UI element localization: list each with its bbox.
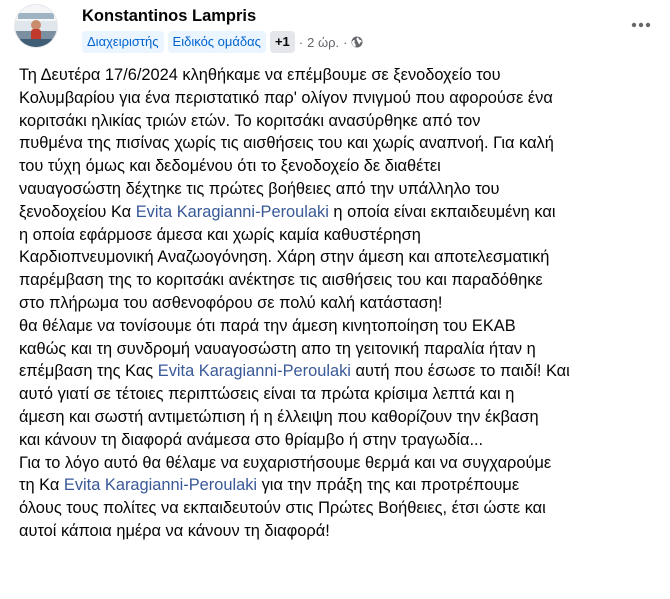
- globe-icon: [351, 36, 363, 48]
- badge-more[interactable]: +1: [269, 31, 295, 53]
- post-text-line: τη Κα Evita Karagianni-Peroulaki για την…: [19, 474, 659, 497]
- post-text-segment: η οποία εφάρμοσε άμεσα και χωρίς καμία κ…: [19, 225, 421, 244]
- facebook-post: Konstantinos Lampris Διαχειριστής Ειδικό…: [0, 0, 670, 599]
- post-text-line: Καρδιοπνευμονική Αναζωογόνηση. Χάρη στην…: [19, 246, 659, 269]
- post-text-segment: του τύχη όμως και δεδομένου ότι το ξενοδ…: [19, 157, 441, 176]
- post-time[interactable]: 2 ώρ.: [307, 35, 339, 50]
- post-meta: Διαχειριστής Ειδικός ομάδας +1 · 2 ώρ. ·: [82, 31, 363, 53]
- post-text-line: καθώς και τη συνδρομή ναυαγοσώστη απο τη…: [19, 338, 659, 361]
- post-text-segment: Τη Δευτέρα 17/6/2024 κληθήκαμε να επέμβο…: [19, 66, 501, 84]
- post-text-line: Τη Δευτέρα 17/6/2024 κληθήκαμε να επέμβο…: [19, 64, 659, 87]
- post-text-segment: αυτοί κάποια ημέρα να κάνουν τη διαφορά!: [19, 521, 330, 540]
- meta-separator: ·: [298, 34, 304, 50]
- post-text-line: άμεση και σωστή αντιμετώπιση ή η έλλειψη…: [19, 406, 659, 429]
- badge-admin[interactable]: Διαχειριστής: [82, 31, 164, 53]
- post-text-line: ξενοδοχείου Κα Evita Karagianni-Peroulak…: [19, 201, 659, 224]
- post-text-segment: στο πλήρωμα του ασθενοφόρου σε πολύ καλή…: [19, 293, 443, 312]
- post-text-line: και κάνουν τη διαφορά ανάμεσα στο θρίαμβ…: [19, 429, 659, 452]
- post-text-line: στο πλήρωμα του ασθενοφόρου σε πολύ καλή…: [19, 292, 659, 315]
- more-options-icon: [631, 22, 651, 28]
- post-text-line: αυτοί κάποια ημέρα να κάνουν τη διαφορά!: [19, 520, 659, 543]
- post-text-line: ναυαγοσώστη δέχτηκε τις πρώτες βοήθειες …: [19, 178, 659, 201]
- post-text-line: επέμβαση της Κας Evita Karagianni-Peroul…: [19, 360, 659, 383]
- post-body: Τη Δευτέρα 17/6/2024 κληθήκαμε να επέμβο…: [19, 64, 659, 543]
- post-text-segment: τη Κα: [19, 476, 64, 495]
- post-text-line: πυθμένα της πισίνας χωρίς τις αισθήσεις …: [19, 132, 659, 155]
- post-text-line: αυτό γιατί σε τέτοιες περιπτώσεις είναι …: [19, 383, 659, 406]
- post-header: Konstantinos Lampris Διαχειριστής Ειδικό…: [14, 2, 656, 56]
- post-text-segment: παρέμβαση της το κοριτσάκι ανέκτησε τις …: [19, 271, 543, 290]
- author-name[interactable]: Konstantinos Lampris: [82, 7, 256, 26]
- author-avatar[interactable]: [14, 4, 58, 48]
- post-text-segment: αυτή που έσωσε το παιδί! Και: [350, 362, 570, 381]
- post-text-line: Για το λόγο αυτό θα θέλαμε να ευχαριστήσ…: [19, 452, 659, 475]
- post-text-segment: Καρδιοπνευμονική Αναζωογόνηση. Χάρη στην…: [19, 248, 550, 267]
- post-text-line: κοριτσάκι ηλικίας τριών ετών. Το κοριτσά…: [19, 110, 659, 133]
- mention-link[interactable]: Evita Karagianni-Peroulaki: [158, 362, 351, 380]
- post-text-segment: θα θέλαμε να τονίσουμε ότι παρά την άμεσ…: [19, 316, 516, 335]
- more-options-button[interactable]: [626, 10, 656, 40]
- post-text-segment: όλους τους πολίτες να εκπαιδευτούν στις …: [19, 499, 546, 518]
- post-text-segment: η οποία είναι εκπαιδευμένη και: [328, 202, 556, 221]
- post-text-line: όλους τους πολίτες να εκπαιδευτούν στις …: [19, 497, 659, 520]
- post-text-segment: άμεση και σωστή αντιμετώπιση ή η έλλειψη…: [19, 407, 539, 426]
- mention-link[interactable]: Evita Karagianni-Peroulaki: [136, 203, 329, 221]
- post-text-line: παρέμβαση της το κοριτσάκι ανέκτησε τις …: [19, 269, 659, 292]
- mention-link[interactable]: Evita Karagianni-Peroulaki: [64, 476, 257, 494]
- post-text-segment: καθώς και τη συνδρομή ναυαγοσώστη απο τη…: [19, 339, 536, 358]
- meta-separator-2: ·: [343, 34, 348, 50]
- post-text-segment: ναυαγοσώστη δέχτηκε τις πρώτες βοήθειες …: [19, 179, 500, 198]
- post-text-segment: κοριτσάκι ηλικίας τριών ετών. Το κοριτσά…: [19, 111, 481, 130]
- post-text-segment: ξενοδοχείου Κα: [19, 202, 136, 221]
- post-text-line: του τύχη όμως και δεδομένου ότι το ξενοδ…: [19, 155, 659, 178]
- post-text-segment: και κάνουν τη διαφορά ανάμεσα στο θρίαμβ…: [19, 430, 484, 449]
- post-text-segment: Κολυμβαρίου για ένα περιστατικό παρ' ολί…: [19, 88, 553, 107]
- post-text-segment: αυτό γιατί σε τέτοιες περιπτώσεις είναι …: [19, 385, 515, 404]
- post-text-line: θα θέλαμε να τονίσουμε ότι παρά την άμεσ…: [19, 315, 659, 338]
- post-text-segment: επέμβαση της Κας: [19, 362, 158, 381]
- avatar-photo: [15, 5, 57, 47]
- post-text-line: η οποία εφάρμοσε άμεσα και χωρίς καμία κ…: [19, 224, 659, 247]
- post-text-segment: για την πράξη της και προτρέπουμε: [257, 476, 520, 495]
- badge-group-expert[interactable]: Ειδικός ομάδας: [167, 31, 266, 53]
- post-text-segment: πυθμένα της πισίνας χωρίς τις αισθήσεις …: [19, 134, 554, 153]
- post-text-segment: Για το λόγο αυτό θα θέλαμε να ευχαριστήσ…: [19, 453, 552, 472]
- post-text-line: Κολυμβαρίου για ένα περιστατικό παρ' ολί…: [19, 87, 659, 110]
